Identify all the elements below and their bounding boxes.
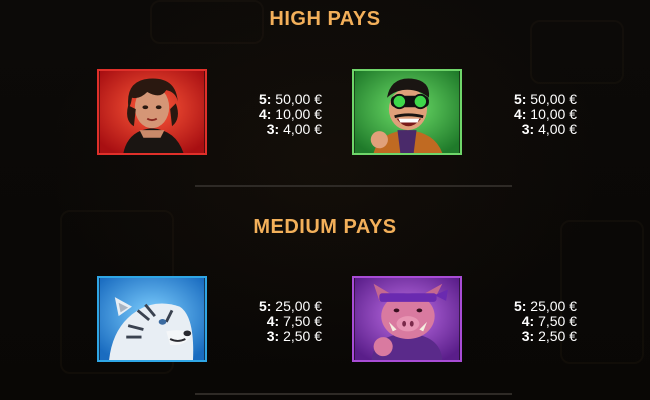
pay-amount: 7,50 € xyxy=(538,313,577,329)
pay-count: 3: xyxy=(266,121,280,137)
pay-row: 5: 25,00 € xyxy=(487,299,577,314)
woman-character-icon xyxy=(97,69,207,155)
pay-amount: 7,50 € xyxy=(283,313,322,329)
pay-count: 5: xyxy=(258,298,272,314)
pay-amount: 25,00 € xyxy=(530,298,577,314)
section-divider xyxy=(195,185,512,187)
pay-count: 3: xyxy=(521,121,535,137)
pay-row: 5: 50,00 € xyxy=(232,92,322,107)
pay-count: 4: xyxy=(266,313,280,329)
section-divider xyxy=(195,393,512,395)
pay-count: 4: xyxy=(521,313,535,329)
pay-amount: 2,50 € xyxy=(283,328,322,344)
pay-row: 4: 7,50 € xyxy=(232,314,322,329)
pay-amount: 25,00 € xyxy=(275,298,322,314)
boar-character-icon xyxy=(352,276,462,362)
medium-pays-title: MEDIUM PAYS xyxy=(253,216,397,238)
paytable: 5: 50,00 € 4: 10,00 € 3: 4,00 € xyxy=(487,92,577,137)
white-tiger-character-icon xyxy=(97,276,207,362)
pay-row: 5: 25,00 € xyxy=(232,299,322,314)
pay-row: 3: 4,00 € xyxy=(232,122,322,137)
paytable: 5: 25,00 € 4: 7,50 € 3: 2,50 € xyxy=(487,299,577,344)
pay-row: 4: 10,00 € xyxy=(232,107,322,122)
pay-count: 3: xyxy=(521,328,535,344)
pay-amount: 10,00 € xyxy=(275,106,322,122)
pay-amount: 2,50 € xyxy=(538,328,577,344)
pay-row: 4: 7,50 € xyxy=(487,314,577,329)
pay-row: 5: 50,00 € xyxy=(487,92,577,107)
pay-row: 3: 4,00 € xyxy=(487,122,577,137)
pay-amount: 50,00 € xyxy=(530,91,577,107)
pay-amount: 4,00 € xyxy=(283,121,322,137)
high-pays-title: HIGH PAYS xyxy=(269,8,381,30)
pay-amount: 4,00 € xyxy=(538,121,577,137)
pay-row: 4: 10,00 € xyxy=(487,107,577,122)
pay-count: 5: xyxy=(258,91,272,107)
pay-amount: 50,00 € xyxy=(275,91,322,107)
pay-count: 5: xyxy=(513,91,527,107)
pay-count: 3: xyxy=(266,328,280,344)
paytable: 5: 25,00 € 4: 7,50 € 3: 2,50 € xyxy=(232,299,322,344)
pay-amount: 10,00 € xyxy=(530,106,577,122)
pay-count: 4: xyxy=(513,106,527,122)
pay-row: 3: 2,50 € xyxy=(487,329,577,344)
goggles-man-character-icon xyxy=(352,69,462,155)
paytable: 5: 50,00 € 4: 10,00 € 3: 4,00 € xyxy=(232,92,322,137)
pay-row: 3: 2,50 € xyxy=(232,329,322,344)
pay-count: 4: xyxy=(258,106,272,122)
pay-count: 5: xyxy=(513,298,527,314)
